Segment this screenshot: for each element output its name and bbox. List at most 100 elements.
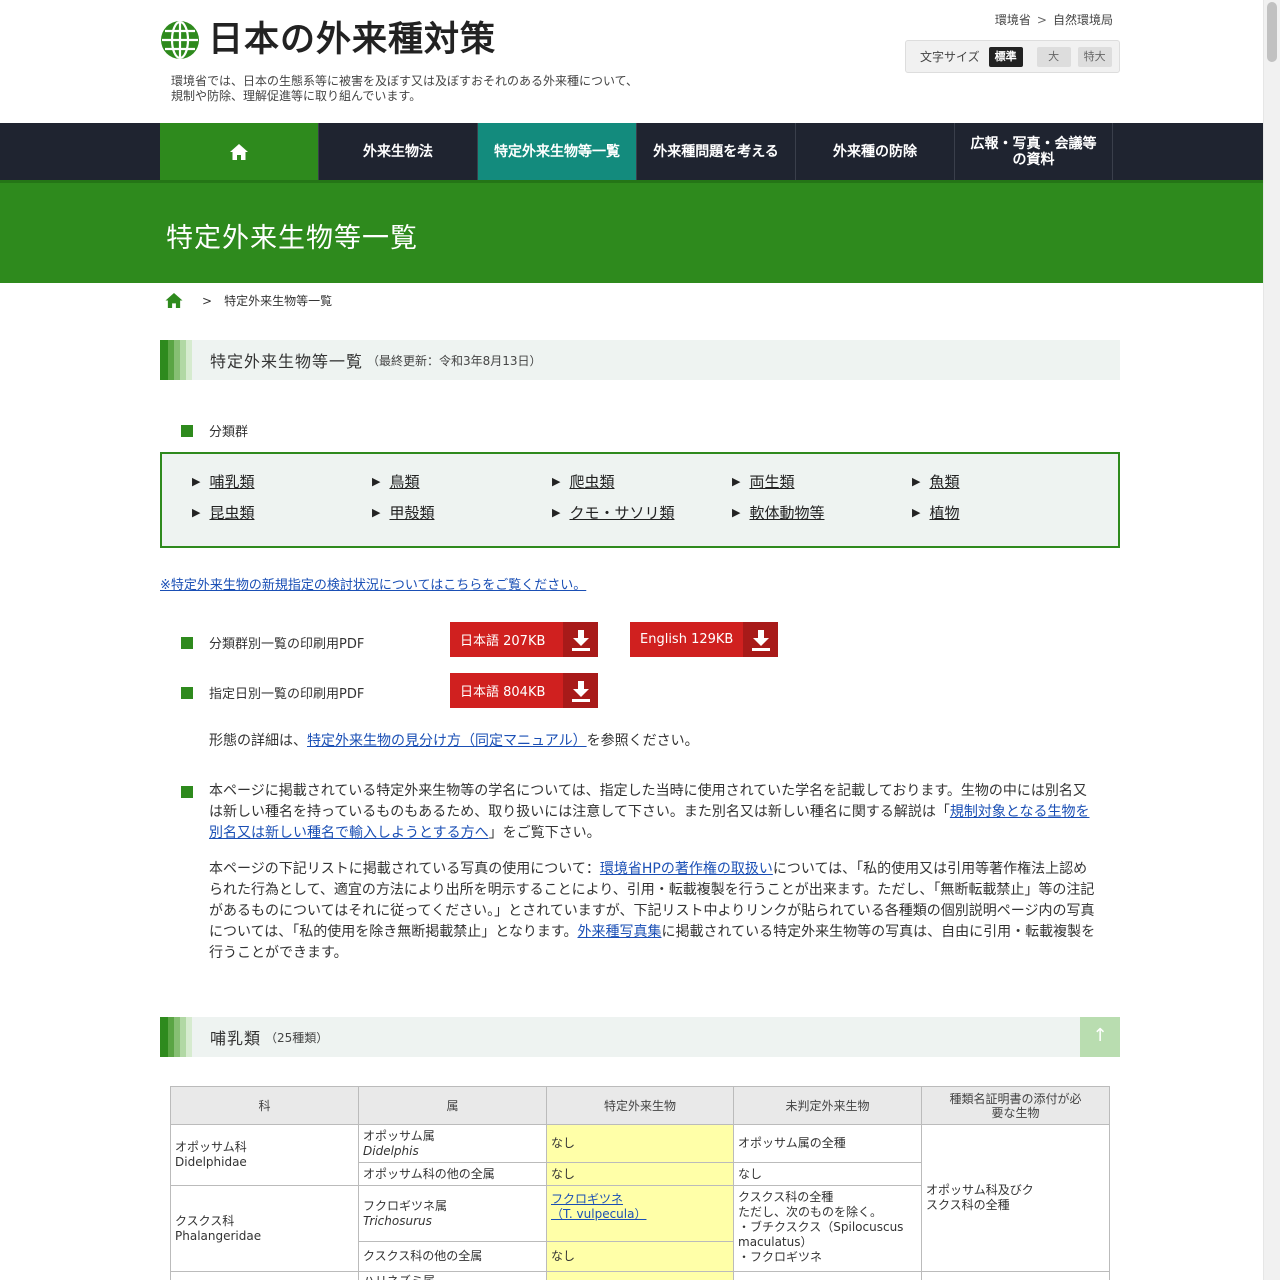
pdf-download-button-en-category[interactable]: English 129KB (630, 622, 778, 657)
main-navigation: 外来生物法 特定外来生物等一覧 外来種問題を考える 外来種の防除 広報・写真・会… (0, 123, 1263, 180)
section-title: 哺乳類 (210, 1029, 262, 1048)
genus-name: フクロギツネ属 (363, 1198, 448, 1213)
column-header: 属 (358, 1086, 547, 1125)
triangle-right-icon: ▶ (552, 506, 561, 519)
unjudged-cell: クスクス科の全種 ただし、次のものを除く。 ・ブチクスクス（Spilocuscu… (733, 1185, 922, 1272)
genus-cell: フクロギツネ属 Trichosurus (358, 1185, 547, 1242)
home-icon[interactable] (164, 292, 184, 309)
triangle-right-icon: ▶ (912, 475, 921, 488)
copyright-policy-link[interactable]: 環境省HPの著作権の取扱い (600, 861, 773, 877)
category-link-fish[interactable]: 魚類 (929, 471, 959, 492)
category-link-insects[interactable]: 昆虫類 (209, 502, 254, 523)
square-bullet-icon (181, 424, 193, 437)
species-link-brushtail-possum[interactable]: フクロギツネ (551, 1192, 623, 1206)
family-name: クスクス科 (175, 1213, 235, 1228)
font-size-xlarge-button[interactable]: 特大 (1077, 46, 1112, 67)
topnav-nature-bureau-link[interactable]: 自然環境局 (1053, 13, 1113, 27)
category-link-reptiles[interactable]: 爬虫類 (569, 471, 614, 492)
nav-item-materials[interactable]: 広報・写真・会議等の資料 (955, 123, 1113, 180)
specified-cell (546, 1271, 734, 1280)
pdf-button-label: 日本語 207KB (460, 634, 546, 649)
family-latin: Didelphidae (175, 1155, 247, 1169)
identification-manual-link[interactable]: 特定外来生物の見分け方（同定マニュアル） (307, 733, 587, 749)
font-size-large-button[interactable]: 大 (1036, 46, 1071, 67)
tagline-line-1: 環境省では、日本の生態系等に被害を及ぼす又は及ぼすおそれのある外来種について、 (171, 74, 639, 88)
scrollbar-thumb[interactable] (1267, 2, 1277, 62)
category-box: ▶ 哺乳類 ▶ 鳥類 ▶ 爬虫類 ▶ 両生類 ▶ 魚類 ▶ 昆虫類 ▶ 甲殻類 ▶ クモ・サソリ… (160, 452, 1120, 548)
globe-icon (161, 20, 199, 60)
topnav-moe-link[interactable]: 環境省 (995, 13, 1031, 27)
category-item: ▶ 哺乳類 (192, 471, 254, 492)
triangle-right-icon: ▶ (372, 475, 381, 488)
font-size-label: 文字サイズ (920, 50, 980, 64)
species-latin-link[interactable]: （T. vulpecula） (551, 1207, 646, 1221)
square-bullet-icon (181, 786, 193, 798)
genus-cell: ハリネズミ属 (358, 1271, 547, 1280)
specified-cell: なし (546, 1162, 734, 1186)
category-item: ▶ 甲殻類 (372, 502, 434, 523)
unjudged-line: ・ブチクスクス（Spilocuscus maculatus） (738, 1220, 904, 1249)
table-row: ハリネズミ属 (170, 1271, 1110, 1280)
section-header-list: 特定外来生物等一覧 （最終更新：令和3年8月13日） (160, 340, 1120, 380)
section-title: 特定外来生物等一覧 (210, 352, 364, 371)
nav-item-control[interactable]: 外来種の防除 (796, 123, 955, 180)
category-link-crustaceans[interactable]: 甲殻類 (389, 502, 434, 523)
nav-item-issues[interactable]: 外来種問題を考える (637, 123, 796, 180)
category-item: ▶ 鳥類 (372, 471, 419, 492)
column-header: 未判定外来生物 (733, 1086, 922, 1125)
specified-cell: なし (546, 1124, 734, 1163)
mammals-table: 科 属 特定外来生物 未判定外来生物 種類名証明書の添付が必要な生物 オポッサム… (170, 1086, 1110, 1280)
vertical-scrollbar[interactable] (1263, 0, 1280, 1280)
category-link-amphibians[interactable]: 両生類 (749, 471, 794, 492)
back-to-top-button[interactable]: ↑ (1080, 1017, 1120, 1057)
unjudged-line: ・フクロギツネ (738, 1250, 823, 1264)
home-icon (230, 143, 248, 160)
font-size-selector: 文字サイズ 標準 大 特大 (905, 40, 1120, 73)
family-name: オポッサム科 (175, 1140, 247, 1154)
top-breadcrumb-nav: 環境省 > 自然環境局 (995, 11, 1113, 28)
photo-gallery-link[interactable]: 外来種写真集 (577, 924, 661, 940)
table-row: オポッサム科 Didelphidae オポッサム属 Didelphis なし オポッ… (170, 1124, 1110, 1272)
category-link-mollusks[interactable]: 軟体動物等 (749, 502, 824, 523)
category-item: ▶ 昆虫類 (192, 502, 254, 523)
font-size-standard-button[interactable]: 標準 (988, 46, 1023, 67)
genus-cell: オポッサム科の他の全属 (358, 1162, 547, 1186)
square-bullet-icon (181, 686, 193, 699)
genus-latin: Trichosurus (363, 1213, 432, 1228)
category-link-birds[interactable]: 鳥類 (389, 471, 419, 492)
pdf-button-label: English 129KB (640, 632, 734, 647)
specified-cell: なし (546, 1241, 734, 1272)
identification-manual-text: 形態の詳細は、特定外来生物の見分け方（同定マニュアル）を参照ください。 (209, 731, 1099, 752)
unjudged-cell: オポッサム属の全種 (733, 1124, 922, 1163)
breadcrumb-current: 特定外来生物等一覧 (224, 294, 333, 308)
family-cell: オポッサム科 Didelphidae (170, 1124, 359, 1186)
nav-home[interactable] (160, 123, 319, 180)
unjudged-line: クスクス科の全種 (738, 1190, 834, 1204)
section-header-bars (160, 1017, 192, 1057)
pdf-download-button-jp-category[interactable]: 日本語 207KB (450, 622, 598, 657)
nav-item-list[interactable]: 特定外来生物等一覧 (478, 123, 637, 180)
pdf-row-date: 指定日別一覧の印刷用PDF (181, 683, 364, 702)
unjudged-cell: なし (733, 1162, 922, 1186)
page-title: 特定外来生物等一覧 (166, 223, 418, 254)
detail-prefix: 形態の詳細は、 (209, 733, 307, 749)
category-link-plants[interactable]: 植物 (929, 502, 959, 523)
nav-item-law[interactable]: 外来生物法 (319, 123, 478, 180)
photo-usage-note: 本ページの下記リストに掲載されている写真の使用について：環境省HPの著作権の取扱… (209, 859, 1099, 964)
site-logo[interactable]: 日本の外来種対策 (160, 20, 496, 60)
category-link-arachnids[interactable]: クモ・サソリ類 (569, 502, 674, 523)
category-link-mammals[interactable]: 哺乳類 (209, 471, 254, 492)
category-label: 分類群 (209, 425, 249, 440)
pdf-download-button-jp-date[interactable]: 日本語 804KB (450, 673, 598, 708)
tagline-line-2: 規制や防除、理解促進等に取り組んでいます。 (171, 89, 422, 103)
category-label-row: 分類群 (181, 421, 248, 440)
scientific-name-note: 本ページに掲載されている特定外来生物等の学名については、指定した当時に使用されて… (209, 781, 1099, 844)
family-latin: Phalangeridae (175, 1228, 262, 1243)
section-header-mammals: 哺乳類 （25種類） ↑ (160, 1017, 1120, 1057)
table-header-row: 科 属 特定外来生物 未判定外来生物 種類名証明書の添付が必要な生物 (170, 1086, 1110, 1125)
pdf-row-category-label: 分類群別一覧の印刷用PDF (209, 637, 365, 652)
certificate-cell (921, 1271, 1110, 1280)
unjudged-cell (733, 1271, 922, 1280)
triangle-right-icon: ▶ (732, 475, 741, 488)
new-designation-notice-link[interactable]: ※特定外来生物の新規指定の検討状況についてはこちらをご覧ください。 (160, 574, 586, 593)
